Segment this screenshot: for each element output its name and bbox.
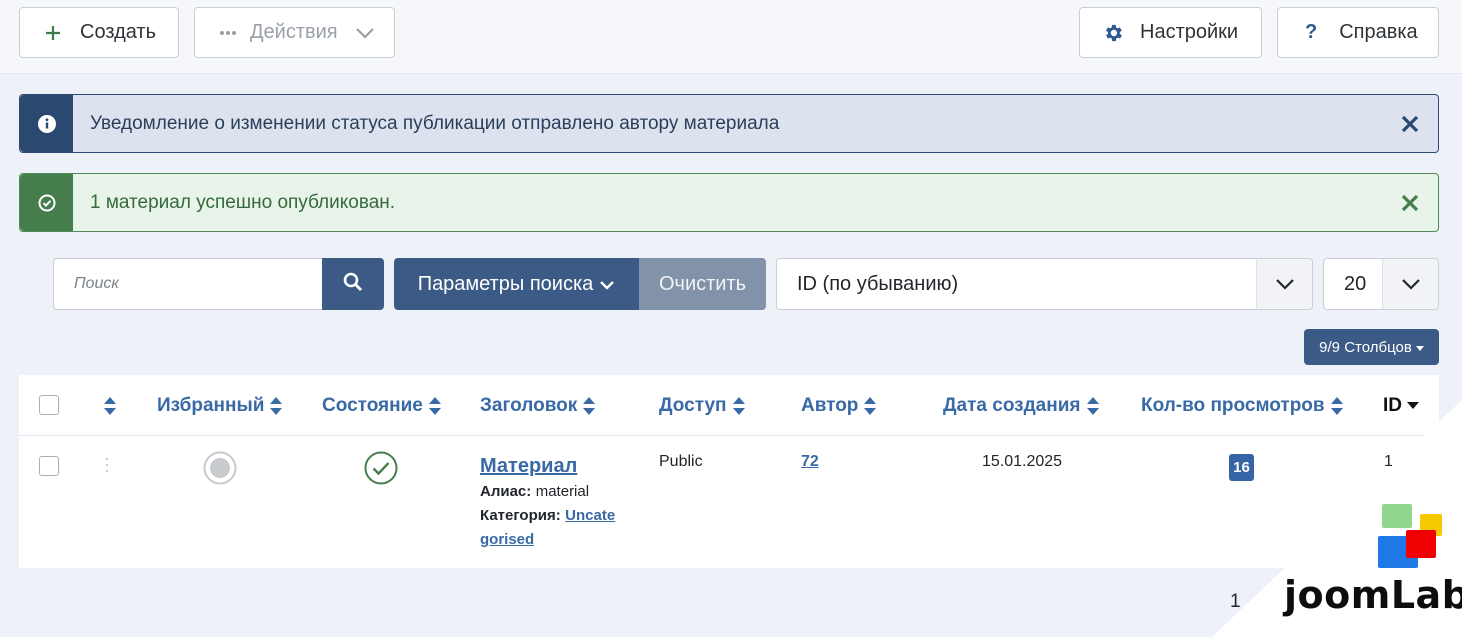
alias-label: Алиас: [480,483,532,500]
check-circle-icon [20,174,73,231]
articles-table: Избранный Состояние Заголовок Доступ Авт… [19,375,1439,568]
table-header: Избранный Состояние Заголовок Доступ Авт… [19,375,1439,436]
row-checkbox[interactable] [39,456,59,476]
created-cell: 15.01.2025 [982,453,1063,470]
th-title[interactable]: Заголовок [480,375,596,436]
limit-select[interactable]: 20 [1323,258,1439,310]
th-status[interactable]: Состояние [322,375,442,436]
th-title-label: Заголовок [480,394,578,416]
chevron-down-icon [1382,259,1438,309]
sort-icon [103,396,117,416]
th-hits[interactable]: Кол-во просмотров [1141,375,1344,436]
actions-button[interactable]: Действия [194,7,395,58]
help-label: Справка [1339,21,1418,43]
sort-icon [269,396,283,416]
clear-label: Очистить [658,272,747,295]
close-icon[interactable] [1382,194,1438,212]
search-icon [343,272,363,297]
alias-value: material [535,483,590,500]
watermark-text: joomLab [1284,573,1462,617]
title-cell: Материал Алиас: material Категория: Unca… [480,454,650,552]
sort-icon [732,396,746,416]
ordering-select[interactable]: ID (по убыванию) [776,258,1313,310]
question-icon: ? [1305,21,1318,43]
info-alert: Уведомление о изменении статуса публикац… [19,94,1439,153]
ordering-sort-button[interactable] [103,375,117,436]
info-icon [20,95,73,152]
th-status-label: Состояние [322,394,423,416]
th-featured[interactable]: Избранный [157,375,283,436]
settings-label: Настройки [1140,21,1239,43]
pagination-current[interactable]: 1 [1230,591,1241,613]
th-access-label: Доступ [659,394,727,416]
search-input[interactable] [53,258,323,310]
drag-handle-icon[interactable] [105,457,109,478]
th-access[interactable]: Доступ [659,375,746,436]
toolbar: Создать Действия Настройки ? Справка [0,0,1462,74]
chevron-down-icon [355,27,375,39]
select-all-checkbox[interactable] [39,395,59,415]
plus-icon [45,25,61,41]
actions-label: Действия [250,21,338,43]
search-options-button[interactable]: Параметры поиска [394,258,639,310]
published-check-icon[interactable] [364,451,398,490]
ordering-value: ID (по убыванию) [797,272,959,295]
featured-toggle-icon[interactable] [203,451,237,490]
create-button[interactable]: Создать [19,7,179,58]
th-featured-label: Избранный [157,394,265,416]
caret-down-icon [1407,401,1419,410]
th-author[interactable]: Автор [801,375,877,436]
search-button[interactable] [322,258,384,310]
success-alert: 1 материал успешно опубликован. [19,173,1439,232]
caret-down-icon [1415,339,1424,356]
gear-icon [1102,22,1124,44]
th-hits-label: Кол-во просмотров [1141,394,1325,416]
success-alert-message: 1 материал успешно опубликован. [90,191,396,213]
th-created[interactable]: Дата создания [943,375,1100,436]
author-link[interactable]: 72 [801,453,819,471]
sort-icon [428,396,442,416]
joomlab-logo-icon [1378,504,1442,568]
chevron-down-icon [599,273,615,296]
columns-button[interactable]: 9/9 Столбцов [1304,329,1439,365]
help-button[interactable]: ? Справка [1277,7,1439,58]
th-author-label: Автор [801,394,859,416]
th-created-label: Дата создания [943,394,1081,416]
category-label: Категория: [480,507,561,524]
sort-icon [582,396,596,416]
category-link-part1[interactable]: Uncate [565,507,615,524]
limit-value: 20 [1344,272,1367,295]
sort-icon [1330,396,1344,416]
settings-button[interactable]: Настройки [1079,7,1262,58]
sort-icon [1086,396,1100,416]
access-cell: Public [659,453,703,470]
category-link-part2[interactable]: gorised [480,531,534,548]
th-id-label: ID [1383,394,1402,416]
search-options-label: Параметры поиска [417,272,594,295]
info-alert-message: Уведомление о изменении статуса публикац… [90,112,780,134]
article-title-link[interactable]: Материал [480,455,577,477]
ellipsis-icon [219,30,237,36]
close-icon[interactable] [1382,115,1438,133]
th-id[interactable]: ID [1383,375,1419,436]
sort-icon [863,396,877,416]
clear-button[interactable]: Очистить [639,258,766,310]
chevron-down-icon [1256,259,1312,309]
columns-label: 9/9 Столбцов [1319,338,1412,356]
hits-badge: 16 [1229,454,1254,481]
create-label: Создать [80,21,157,43]
